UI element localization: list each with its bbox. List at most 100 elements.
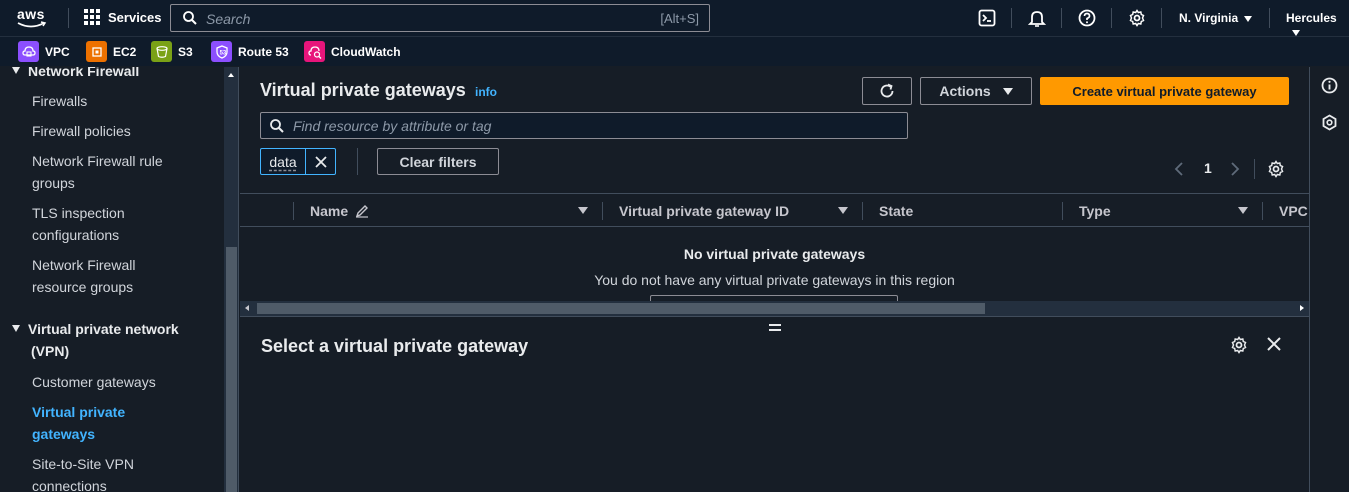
account-label: Hercules [1286, 11, 1337, 25]
favorite-route53[interactable]: 53 Route 53 [211, 41, 289, 62]
sidebar-item-resource-groups[interactable]: Network Firewall resource groups [32, 254, 172, 298]
caret-down-icon [12, 325, 20, 332]
column-header-name[interactable]: Name [310, 203, 369, 219]
settings-gear-icon[interactable] [1128, 9, 1146, 27]
refresh-icon [880, 83, 894, 98]
remove-token-button[interactable] [306, 149, 335, 174]
refresh-button[interactable] [862, 77, 912, 105]
filter-placeholder: Find resource by attribute or tag [293, 118, 492, 134]
aws-logo[interactable]: aws [15, 4, 55, 32]
column-header-gateway-id[interactable]: Virtual private gateway ID [619, 203, 789, 219]
sidebar-item-firewalls[interactable]: Firewalls [32, 90, 222, 112]
preferences-gear-icon[interactable] [1267, 160, 1285, 178]
sort-caret-icon[interactable] [838, 207, 848, 214]
column-divider [862, 202, 863, 220]
scrollbar-thumb[interactable] [226, 247, 237, 492]
grid-icon [84, 9, 100, 25]
aws-smile-icon [17, 21, 47, 28]
sidebar-item-virtual-private-gateways[interactable]: Virtual private gateways [32, 401, 152, 445]
scroll-right-icon[interactable] [1300, 305, 1304, 311]
favorite-label: CloudWatch [331, 44, 401, 59]
gateways-table-panel: Virtual private gateways info Actions Cr… [240, 67, 1309, 316]
clear-filters-button[interactable]: Clear filters [377, 148, 499, 175]
caret-down-icon [1244, 15, 1253, 22]
split-panel-settings-gear-icon[interactable] [1230, 336, 1248, 354]
favorite-s3[interactable]: S3 [151, 41, 193, 62]
caret-down-icon [12, 67, 20, 74]
chevron-right-icon[interactable] [1230, 161, 1240, 177]
svg-text:53: 53 [219, 50, 226, 56]
split-panel-title: Select a virtual private gateway [261, 336, 529, 356]
scroll-left-icon[interactable] [245, 305, 249, 311]
create-gateway-button[interactable]: Create virtual private gateway [1040, 77, 1289, 105]
help-icon[interactable] [1078, 9, 1096, 27]
sidebar-item-tls-inspection[interactable]: TLS inspection configurations [32, 202, 162, 246]
cloudshell-icon[interactable] [978, 9, 996, 27]
search-icon [270, 119, 284, 133]
column-header-vpc[interactable]: VPC [1279, 203, 1308, 219]
search-icon [183, 11, 197, 25]
sidebar-scrollbar[interactable] [224, 67, 238, 492]
column-divider [1262, 202, 1263, 220]
route53-shield-icon: 53 [211, 41, 232, 62]
table-horizontal-scrollbar[interactable] [240, 301, 1309, 316]
info-panel-icon[interactable] [1321, 77, 1338, 94]
services-label: Services [108, 9, 162, 25]
caret-down-icon [1002, 87, 1013, 95]
main-content: Virtual private gateways info Actions Cr… [240, 67, 1309, 492]
info-link[interactable]: info [475, 85, 497, 99]
favorite-label: Route 53 [238, 44, 289, 59]
region-label: N. Virginia [1179, 11, 1239, 25]
chevron-left-icon[interactable] [1174, 161, 1184, 177]
divider [1061, 8, 1062, 28]
close-icon[interactable] [1267, 337, 1281, 351]
sidebar-item-customer-gateways[interactable]: Customer gateways [32, 371, 222, 393]
services-menu-button[interactable]: Services [84, 9, 162, 25]
filter-token-label[interactable]: data [261, 149, 306, 174]
cloudwatch-icon [304, 41, 325, 62]
sort-caret-icon[interactable] [1238, 207, 1248, 214]
column-label: Name [310, 203, 349, 219]
filter-input[interactable]: Find resource by attribute or tag [260, 112, 908, 139]
divider [1269, 8, 1270, 28]
divider [1254, 159, 1255, 179]
section-network-firewall[interactable]: Network Firewall [12, 67, 222, 82]
favorite-vpc[interactable]: VPC [18, 41, 70, 62]
divider [68, 8, 69, 28]
section-vpn[interactable]: Virtual private network (VPN) [12, 318, 207, 362]
account-menu[interactable]: Hercules [1286, 11, 1349, 39]
side-navigation: Network Firewall Firewalls Firewall poli… [0, 67, 239, 492]
column-header-type[interactable]: Type [1079, 203, 1111, 219]
column-divider [1062, 202, 1063, 220]
empty-state-title: No virtual private gateways [683, 246, 866, 262]
notifications-bell-icon[interactable] [1028, 9, 1046, 27]
scroll-up-icon[interactable] [228, 73, 234, 77]
column-header-state[interactable]: State [879, 203, 913, 219]
favorites-bar: VPC EC2 S3 53 Route 53 CloudWatch [0, 36, 1349, 66]
favorite-cloudwatch[interactable]: CloudWatch [304, 41, 401, 62]
sidebar-item-rule-groups[interactable]: Network Firewall rule groups [32, 150, 182, 194]
divider [1011, 8, 1012, 28]
top-navigation: aws Services Search [Alt+S] N. Virginia … [0, 0, 1349, 36]
scrollbar-thumb[interactable] [257, 303, 985, 314]
search-placeholder: Search [206, 11, 251, 27]
favorite-ec2[interactable]: EC2 [86, 41, 136, 62]
favorite-label: VPC [45, 44, 70, 59]
aws-logo-text: aws [17, 6, 45, 22]
sort-caret-icon[interactable] [578, 207, 588, 214]
region-selector[interactable]: N. Virginia [1179, 11, 1253, 25]
edit-pencil-icon [355, 205, 369, 218]
section-label: Virtual private network (VPN) [28, 321, 179, 359]
hexagon-tools-icon[interactable] [1321, 114, 1338, 131]
search-input[interactable]: Search [Alt+S] [170, 4, 710, 32]
search-shortcut: [Alt+S] [660, 11, 699, 26]
empty-state-subtitle: You do not have any virtual private gate… [594, 272, 955, 288]
close-icon [314, 155, 327, 168]
page-number[interactable]: 1 [1204, 160, 1212, 176]
resize-handle-icon[interactable] [769, 324, 781, 334]
caret-down-icon [1292, 29, 1300, 36]
actions-dropdown-button[interactable]: Actions [920, 77, 1032, 105]
sidebar-item-site-to-site-vpn[interactable]: Site-to-Site VPN connections [32, 453, 152, 492]
sidebar-item-firewall-policies[interactable]: Firewall policies [32, 120, 222, 142]
actions-label: Actions [939, 83, 991, 99]
